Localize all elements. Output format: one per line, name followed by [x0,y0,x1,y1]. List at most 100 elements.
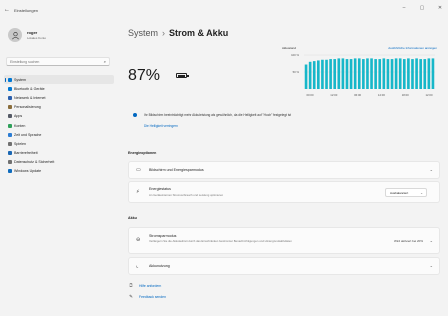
sidebar-item-label: Netzwerk & Internet [14,95,46,100]
sidebar-item-gaming[interactable]: Spielen [4,139,114,148]
system-icon [7,77,12,82]
sidebar-item-label: Windows Update [14,169,42,174]
window-controls: – ▢ ✕ [400,5,444,11]
sidebar-item-brush[interactable]: Personalisierung [4,103,114,112]
sidebar-item-label: Apps [14,114,23,119]
screen-sleep-title: Bildschirm und Energiesparmodus [149,168,204,172]
chart-bar[interactable] [370,58,373,89]
sidebar-item-label: System [14,77,26,82]
power-mode-value: Ausbalanciert [390,190,409,195]
chart-bar[interactable] [308,61,312,89]
chart-bar[interactable] [419,59,422,89]
chevron-down-icon[interactable]: ⌄ [430,263,433,268]
minimize-button[interactable]: – [400,5,408,11]
sidebar-item-label: Barrierefreiheit [14,151,38,156]
battery-percentage: 87% [128,67,161,84]
power-mode-card: ⚡ Energiestatus An Geräteinternen Stromv… [128,181,440,203]
chart-bar[interactable] [382,58,386,89]
sidebar-item-label: Datenschutz & Sicherheit [14,160,55,165]
power-mode-title: Energiestatus [149,187,171,191]
feedback-link[interactable]: ✎ Feedback senden [128,294,166,300]
sidebar-item-label: Konten [14,123,26,128]
sidebar-item-network[interactable]: Netzwerk & Internet [4,93,114,102]
close-button[interactable]: ✕ [436,5,444,11]
reduce-brightness-link[interactable]: Die Helligkeit verringern [144,124,178,128]
chart-details-link[interactable]: Ausführliche Informationen anzeigen [388,46,437,50]
chart-bar[interactable] [362,59,365,89]
feedback-label: Feedback senden [139,295,166,299]
search-icon[interactable]: ⌕ [104,59,106,64]
chart-bar[interactable] [378,59,382,89]
sidebar-item-accessibility[interactable]: Barrierefreiheit [4,149,114,158]
get-help-link[interactable]: ⍰ Hilfe anfordern [128,283,162,288]
chart-bar[interactable] [321,59,324,89]
sidebar-nav: System Bluetooth & Geräte Netzwerk & Inter… [4,75,114,176]
accessibility-icon [7,151,12,156]
battery-usage-card[interactable]: ⌞ Akkunutzung ⌄ [128,257,440,275]
profile-name: roger [27,30,38,35]
battery-level-chart[interactable]: 100 % 50 % 00:00 12:00 06:00 12:00 18:00 12:00 [282,52,438,100]
sidebar-item-label: Personalisierung [14,105,41,110]
sidebar-item-bluetooth[interactable]: Bluetooth & Geräte [4,84,114,93]
section-battery-heading: Akku [128,216,137,220]
sidebar-item-update[interactable]: Windows Update [4,167,114,176]
chevron-down-icon[interactable]: ⌄ [430,238,433,243]
chart-bar[interactable] [337,58,341,89]
shield-icon [7,160,12,165]
sidebar: roger Lokales Konto ⌕ System Bluetooth & … [0,20,118,316]
get-help-label: Hilfe anfordern [139,283,162,288]
chart-bar[interactable] [329,59,332,89]
chart-header: Akkustand Ausführliche Informationen anz… [282,46,437,50]
chevron-down-icon: ⌄ [420,190,423,195]
power-mode-dropdown[interactable]: Ausbalanciert ⌄ [385,188,427,197]
chart-bar[interactable] [423,59,427,89]
chart-bar[interactable] [341,58,345,89]
bluetooth-icon [7,86,12,91]
sidebar-item-apps[interactable]: Apps [4,112,114,121]
chart-bar[interactable] [402,59,406,89]
search-input[interactable] [10,59,100,64]
chart-y-tick-label: 50 % [293,70,300,74]
power-mode-icon: ⚡ [136,189,140,195]
chart-bar[interactable] [325,59,328,89]
chart-bar[interactable] [394,58,398,89]
chart-x-tick-label: 12:00 [378,93,385,97]
search-box[interactable]: ⌕ [6,57,110,66]
chart-bar[interactable] [357,58,361,89]
chart-bar[interactable] [386,59,390,89]
sidebar-item-time-language[interactable]: Zeit und Sprache [4,130,114,139]
chart-bar[interactable] [427,58,431,89]
chart-bar[interactable] [304,64,308,89]
chart-bar[interactable] [411,59,414,89]
chart-x-tick-label: 12:00 [330,93,337,97]
chart-bar[interactable] [366,58,369,89]
usage-chart-icon: ⌞ [136,263,139,269]
chart-bar[interactable] [415,58,418,89]
chart-bar[interactable] [317,60,320,89]
chevron-down-icon[interactable]: ⌄ [430,167,433,172]
chart-bar[interactable] [390,59,394,89]
chart-bar[interactable] [333,59,337,89]
sidebar-item-system[interactable]: System [4,75,114,85]
feedback-icon: ✎ [129,294,133,299]
chart-bar[interactable] [349,59,353,89]
chart-bar[interactable] [345,59,349,89]
chart-x-tick-label: 06:00 [354,93,361,97]
chart-bar[interactable] [312,61,316,89]
chart-bar[interactable] [374,59,377,89]
sidebar-item-account[interactable]: Konten [4,121,114,130]
maximize-button[interactable]: ▢ [418,5,426,11]
chart-bar[interactable] [431,58,435,89]
chart-bar[interactable] [407,58,410,89]
chart-bar[interactable] [398,58,402,89]
gaming-icon [7,141,12,146]
sidebar-item-shield[interactable]: Datenschutz & Sicherheit [4,158,114,167]
chart-bar[interactable] [353,58,357,89]
brush-icon [7,105,12,110]
section-energy-heading: Energieoptionen [128,151,157,155]
back-arrow-icon[interactable]: ← [0,7,14,13]
screen-sleep-card[interactable]: ▭ Bildschirm und Energiesparmodus ⌄ [128,161,440,179]
battery-saver-card[interactable]: ⊖ Stromsparmodus Verlängern Sie die Akku… [128,227,440,254]
user-profile[interactable]: roger Lokales Konto [8,28,46,42]
breadcrumb-system[interactable]: System [128,28,158,38]
